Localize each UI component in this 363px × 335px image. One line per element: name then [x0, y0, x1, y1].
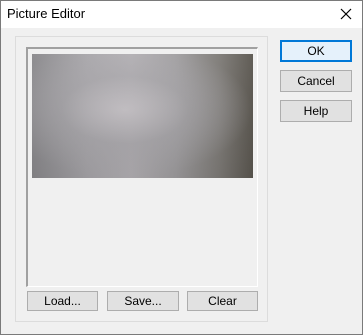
dialog-body: Load... Save... Clear OK Cancel Help [1, 28, 362, 334]
ok-button[interactable]: OK [280, 40, 352, 62]
picture-group: Load... Save... Clear [15, 36, 268, 322]
close-icon [340, 8, 352, 20]
clear-button[interactable]: Clear [187, 291, 258, 311]
load-button[interactable]: Load... [27, 291, 98, 311]
picture-preview [32, 54, 253, 178]
picture-frame [26, 47, 258, 287]
picture-editor-dialog: Picture Editor Load... Save... Clear OK … [0, 0, 363, 335]
cancel-button[interactable]: Cancel [280, 70, 352, 92]
save-button[interactable]: Save... [107, 291, 179, 311]
close-button[interactable] [334, 3, 358, 25]
window-title: Picture Editor [7, 6, 86, 21]
help-button[interactable]: Help [280, 100, 352, 122]
title-bar: Picture Editor [1, 1, 362, 28]
